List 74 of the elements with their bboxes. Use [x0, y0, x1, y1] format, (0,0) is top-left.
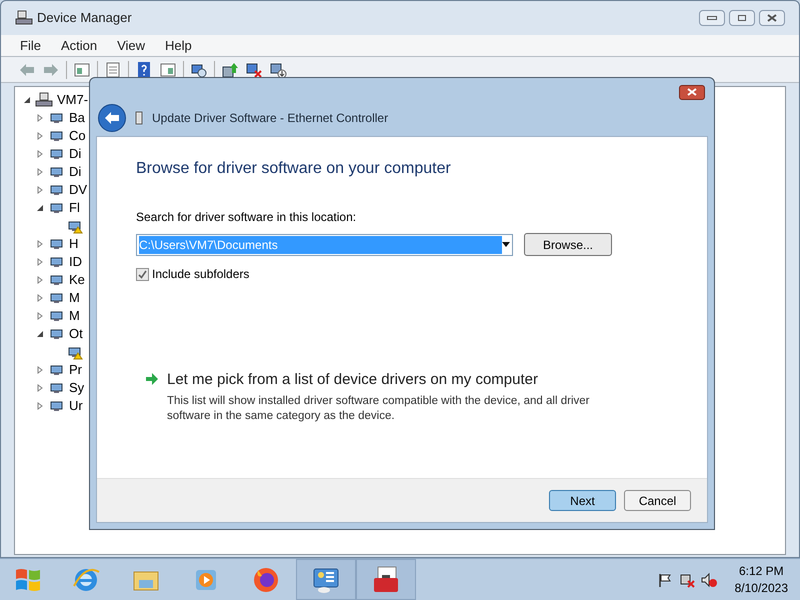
checkbox-label[interactable]: Include subfolders — [152, 265, 250, 283]
dialog-title: Update Driver Software - Ethernet Controller — [152, 110, 388, 127]
taskbar-button[interactable] — [356, 559, 416, 600]
collapse-arrow-icon[interactable] — [23, 96, 31, 104]
tree-item[interactable]: DV — [69, 180, 88, 200]
close-icon — [687, 88, 697, 96]
speaker-muted-icon[interactable] — [700, 572, 717, 588]
tree-item[interactable]: Ke — [69, 270, 85, 290]
window-icon — [159, 60, 177, 78]
tree-item[interactable]: Co — [69, 126, 86, 146]
field-label: Search for driver software in this location: — [136, 209, 358, 226]
clock-date[interactable]: 8/10/2023 — [734, 580, 788, 596]
window-icon — [73, 60, 91, 78]
dialog-heading: Browse for driver software on your computer — [136, 159, 452, 179]
tree-item[interactable]: Ur — [69, 396, 83, 416]
minimize-button[interactable] — [699, 10, 725, 26]
collapse-arrow-icon[interactable] — [36, 204, 44, 212]
checkmark-icon — [138, 270, 147, 278]
tree-item[interactable]: M — [69, 306, 80, 326]
expand-arrow-icon[interactable] — [36, 240, 44, 248]
pick-driver-link[interactable]: Let me pick from a list of device drivers on my computer — [167, 369, 617, 392]
monitor-x-icon — [245, 60, 263, 78]
expand-arrow-icon[interactable] — [36, 132, 44, 140]
taskbar-button[interactable] — [296, 559, 356, 600]
cancel-button[interactable]: Cancel — [624, 490, 691, 511]
tree-item[interactable]: Sy — [69, 378, 84, 398]
menu-item[interactable]: File — [17, 36, 44, 56]
back-button[interactable] — [98, 104, 126, 132]
expand-arrow-icon[interactable] — [36, 150, 44, 158]
option-description: This list will show installed driver software compatible with the device, and all driver software in the same category as the device. — [167, 394, 590, 424]
tree-item[interactable]: Ba — [69, 108, 85, 128]
tree-item[interactable]: Ot — [69, 324, 83, 344]
tree-item[interactable]: ID — [69, 252, 82, 272]
tree-item[interactable]: Di — [69, 144, 82, 164]
expand-arrow-icon[interactable] — [36, 384, 44, 392]
expand-arrow-icon[interactable] — [36, 186, 44, 194]
menu-item[interactable]: View — [114, 36, 148, 56]
expand-arrow-icon[interactable] — [36, 312, 44, 320]
maximize-button[interactable] — [729, 10, 755, 26]
help-icon — [135, 60, 153, 78]
document-icon — [104, 60, 122, 78]
checkbox[interactable] — [136, 268, 149, 280]
close-button[interactable] — [679, 84, 705, 100]
network-disconnected-icon[interactable] — [678, 572, 695, 588]
expand-arrow-icon[interactable] — [36, 402, 44, 410]
computer-icon — [15, 10, 33, 26]
close-icon — [767, 14, 777, 22]
arrow-left-icon — [104, 111, 120, 125]
dropdown-arrow-icon[interactable] — [502, 242, 510, 247]
expand-arrow-icon[interactable] — [36, 258, 44, 266]
menu-item[interactable]: Action — [58, 36, 100, 56]
close-button[interactable] — [759, 10, 785, 26]
monitor-up-arrow-icon — [221, 60, 239, 78]
clock-time[interactable]: 6:12 PM — [738, 562, 784, 580]
expand-arrow-icon[interactable] — [36, 168, 44, 176]
computer-icon — [35, 92, 53, 108]
network-card-icon — [134, 111, 144, 125]
arrow-right-icon — [145, 373, 159, 385]
tree-item[interactable]: Di — [69, 162, 82, 182]
flag-icon[interactable] — [656, 572, 673, 588]
tree-item[interactable]: VM7- — [57, 90, 88, 110]
expand-arrow-icon[interactable] — [36, 294, 44, 302]
tree-item[interactable]: H — [69, 234, 78, 254]
expand-arrow-icon[interactable] — [36, 114, 44, 122]
menu-item[interactable]: Help — [162, 36, 195, 56]
tree-item[interactable]: Fl — [69, 198, 80, 218]
expand-arrow-icon[interactable] — [36, 366, 44, 374]
browse-button[interactable]: Browse... — [524, 233, 612, 256]
window-title: Device Manager — [37, 9, 133, 28]
next-button[interactable]: Next — [549, 490, 616, 511]
tree-item[interactable]: M — [69, 288, 80, 308]
tree-item[interactable]: Pr — [69, 360, 82, 380]
collapse-arrow-icon[interactable] — [36, 330, 44, 338]
expand-arrow-icon[interactable] — [36, 276, 44, 284]
